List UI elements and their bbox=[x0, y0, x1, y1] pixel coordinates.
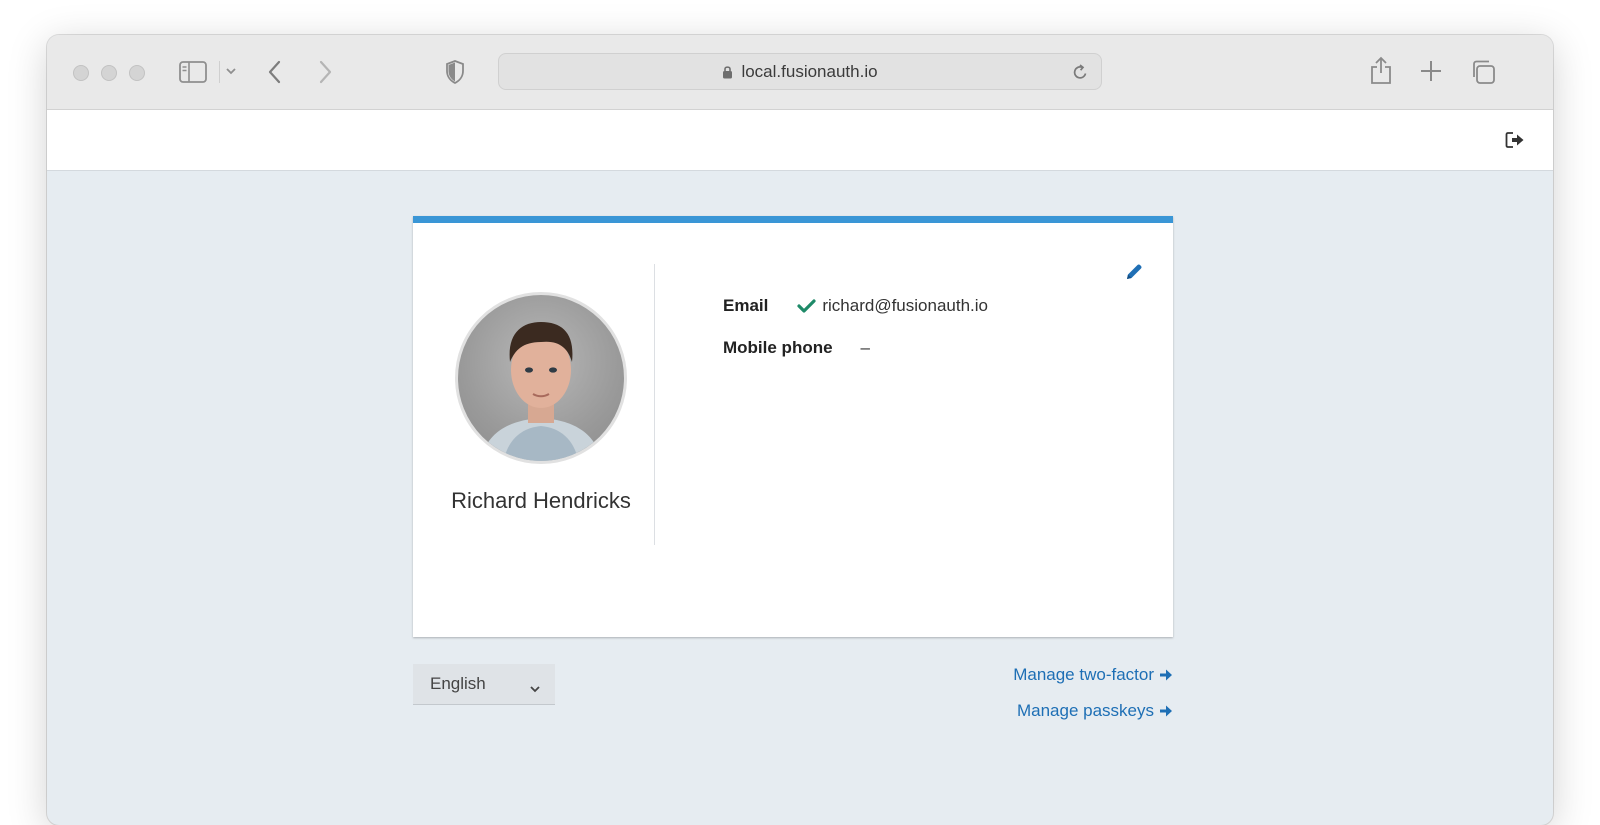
manage-passkeys-link[interactable]: Manage passkeys bbox=[1017, 701, 1173, 721]
app-header bbox=[47, 110, 1553, 171]
manage-two-factor-label: Manage two-factor bbox=[1013, 665, 1154, 684]
reload-icon[interactable] bbox=[1072, 63, 1089, 86]
phone-row: Mobile phone – bbox=[723, 338, 870, 358]
language-select[interactable]: English bbox=[413, 664, 555, 705]
manage-two-factor-link[interactable]: Manage two-factor bbox=[1013, 665, 1173, 685]
manage-passkeys-label: Manage passkeys bbox=[1016, 701, 1154, 720]
minimize-window-button[interactable] bbox=[101, 65, 117, 81]
profile-card: Richard Hendricks Email richard@fusionau… bbox=[413, 216, 1173, 637]
back-icon[interactable] bbox=[267, 59, 283, 85]
lock-icon bbox=[722, 65, 733, 79]
address-url: local.fusionauth.io bbox=[741, 61, 878, 81]
email-row: Email richard@fusionauth.io bbox=[723, 296, 988, 316]
user-name: Richard Hendricks bbox=[451, 488, 631, 513]
sidebar-icon[interactable] bbox=[179, 61, 207, 83]
address-bar[interactable]: local.fusionauth.io bbox=[498, 53, 1102, 90]
avatar bbox=[455, 292, 627, 464]
forward-icon[interactable] bbox=[317, 59, 333, 85]
edit-icon[interactable] bbox=[1125, 263, 1143, 286]
chevron-down-icon bbox=[529, 679, 541, 699]
browser-toolbar: local.fusionauth.io bbox=[47, 35, 1553, 110]
new-tab-icon[interactable] bbox=[1419, 59, 1443, 83]
profile-summary: Richard Hendricks bbox=[413, 264, 655, 545]
browser-window: local.fusionauth.io Richard Hendricks Em… bbox=[47, 35, 1553, 825]
shield-icon[interactable] bbox=[445, 60, 465, 84]
tabs-icon[interactable] bbox=[1469, 58, 1497, 86]
zoom-window-button[interactable] bbox=[129, 65, 145, 81]
share-icon[interactable] bbox=[1369, 55, 1393, 85]
email-value: richard@fusionauth.io bbox=[822, 296, 988, 315]
email-label: Email bbox=[723, 296, 769, 315]
phone-label: Mobile phone bbox=[723, 338, 833, 357]
phone-value: – bbox=[860, 338, 871, 357]
language-value: English bbox=[430, 674, 486, 693]
arrow-right-icon bbox=[1159, 704, 1173, 718]
chevron-down-icon[interactable] bbox=[225, 66, 237, 76]
logout-icon[interactable] bbox=[1505, 131, 1525, 154]
check-icon bbox=[797, 298, 816, 314]
arrow-right-icon bbox=[1159, 668, 1173, 682]
close-window-button[interactable] bbox=[73, 65, 89, 81]
